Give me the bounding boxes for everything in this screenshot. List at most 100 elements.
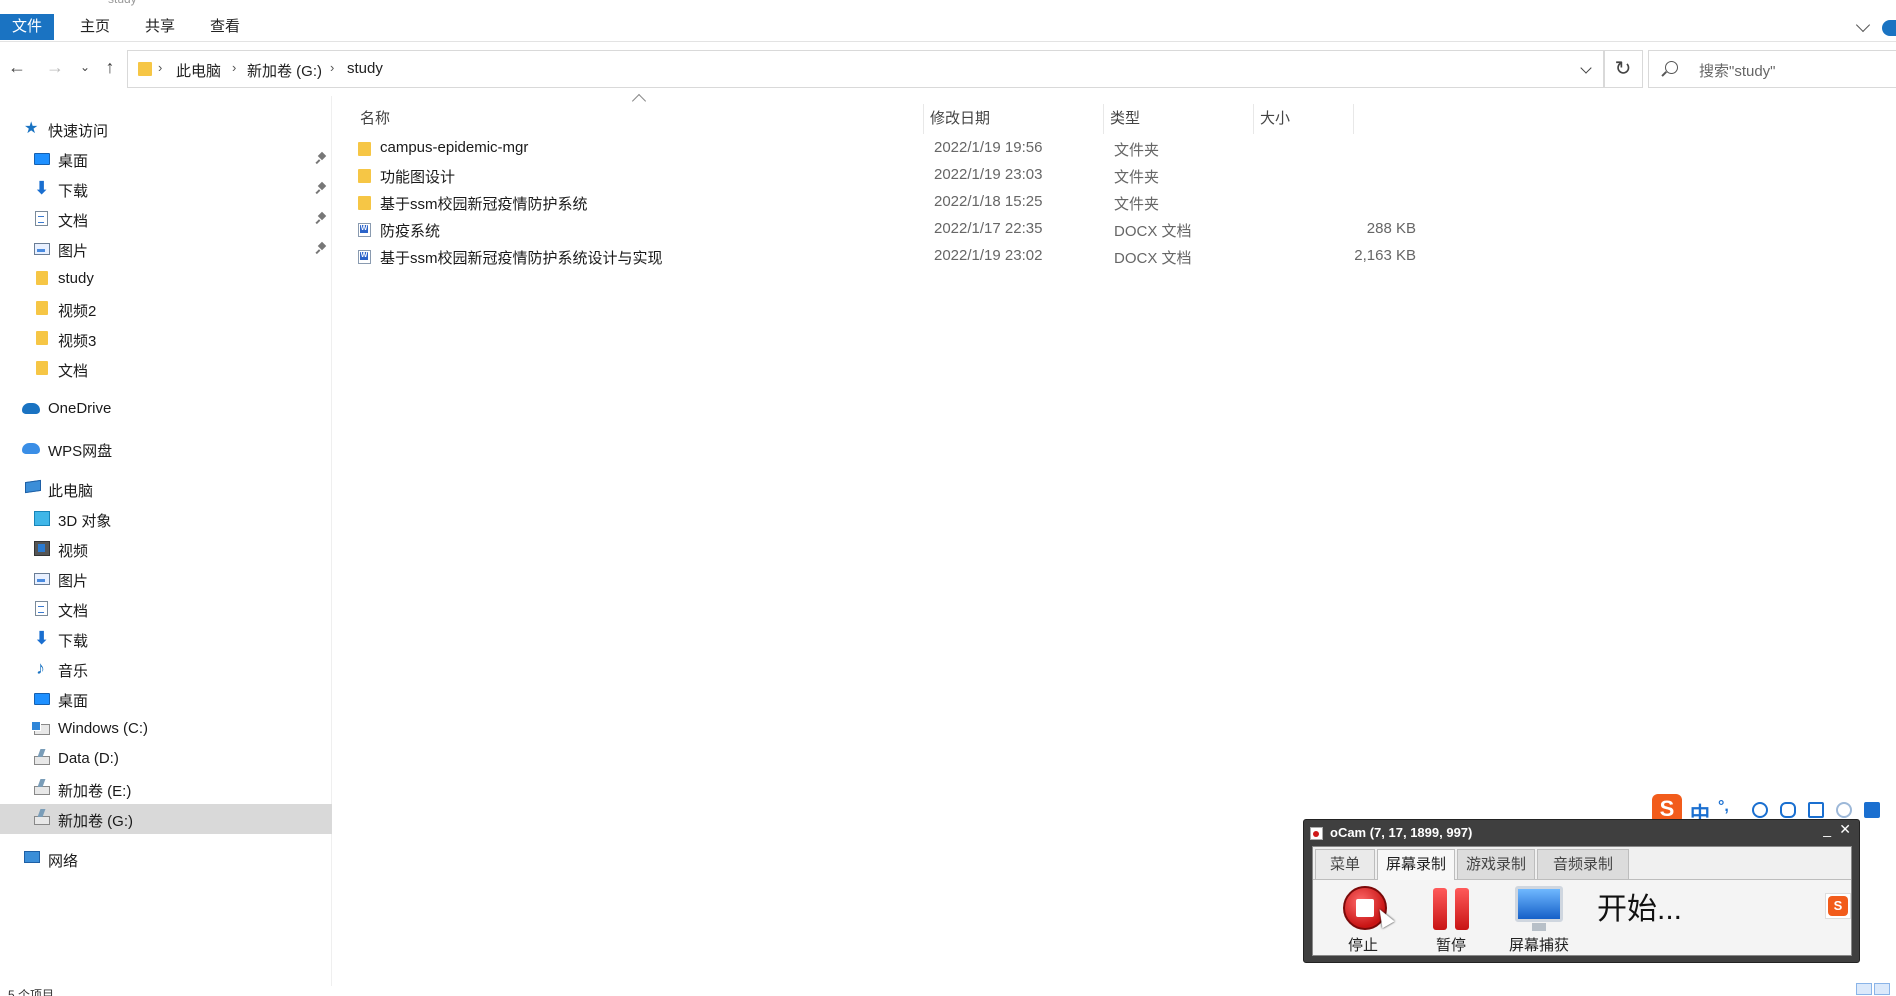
sidebar-item-pc-desktop[interactable]: 桌面: [0, 684, 332, 714]
sidebar-item-pc-documents[interactable]: 文档: [0, 594, 332, 624]
up-arrow-icon[interactable]: ↑: [99, 56, 121, 78]
ocam-tab-game-record[interactable]: 游戏录制: [1457, 849, 1535, 879]
ocam-window: oCam (7, 17, 1899, 997) _ ✕ 菜单 屏幕录制 游戏录制…: [1303, 819, 1860, 963]
ocam-tab-audio-record[interactable]: 音频录制: [1537, 849, 1629, 879]
sidebar-item-label: 网络: [48, 853, 79, 870]
table-row[interactable]: 防疫系统 2022/1/17 22:35 DOCX 文档 288 KB: [358, 217, 1688, 244]
sidebar-item-label: 此电脑: [48, 483, 94, 500]
breadcrumb-study[interactable]: study: [347, 60, 383, 77]
sidebar-item-wps[interactable]: WPS网盘: [0, 434, 332, 464]
breadcrumb-this-pc[interactable]: 此电脑: [176, 60, 221, 81]
file-name: 功能图设计: [380, 169, 456, 186]
breadcrumb-separator-icon[interactable]: ›: [232, 60, 236, 75]
recent-locations-chevron-icon[interactable]: ⌄: [74, 56, 96, 78]
address-dropdown-icon[interactable]: [1580, 62, 1592, 74]
address-bar[interactable]: › 此电脑 › 新加卷 (G:) › study: [127, 50, 1605, 88]
ribbon-tab-home[interactable]: 主页: [68, 15, 122, 39]
refresh-button[interactable]: ↻: [1603, 50, 1643, 88]
close-icon[interactable]: ✕: [1839, 821, 1851, 838]
sogou-mini-icon[interactable]: S: [1825, 893, 1851, 919]
ime-punct-label[interactable]: °,: [1718, 798, 1729, 816]
download-icon: ⬇: [34, 628, 50, 648]
sidebar-item-label: 桌面: [58, 693, 89, 710]
sidebar-item-video2[interactable]: 视频2: [0, 294, 332, 324]
sidebar-item-music[interactable]: ♪ 音乐: [0, 654, 332, 684]
breadcrumb-separator-icon[interactable]: ›: [330, 60, 334, 75]
sidebar-item-study[interactable]: study: [0, 264, 332, 294]
breadcrumb-drive-g[interactable]: 新加卷 (G:): [247, 60, 322, 81]
sidebar-item-pictures[interactable]: 图片: [0, 234, 332, 264]
details-view-icon[interactable]: [1856, 983, 1872, 995]
folder-icon: [36, 331, 48, 345]
ribbon-tab-file[interactable]: 文件: [0, 14, 54, 40]
table-row[interactable]: campus-epidemic-mgr 2022/1/19 19:56 文件夹: [358, 136, 1688, 163]
file-name: 基于ssm校园新冠疫情防护系统设计与实现: [380, 250, 663, 267]
table-row[interactable]: 基于ssm校园新冠疫情防护系统设计与实现 2022/1/19 23:02 DOC…: [358, 244, 1688, 271]
microphone-icon[interactable]: [1780, 802, 1796, 818]
file-type: DOCX 文档: [1114, 223, 1192, 240]
minimize-icon[interactable]: _: [1823, 821, 1831, 837]
view-toggle[interactable]: [1856, 982, 1896, 996]
ribbon-expand-chevron-icon[interactable]: [1855, 17, 1871, 33]
sidebar-item-label: 文档: [58, 603, 89, 620]
sidebar-item-documents[interactable]: 文档: [0, 204, 332, 234]
ribbon: 文件 主页 共享 查看: [0, 10, 1896, 42]
pin-icon[interactable]: [316, 153, 326, 163]
sidebar-item-pc-downloads[interactable]: ⬇ 下载: [0, 624, 332, 654]
column-header-name[interactable]: 名称: [354, 104, 924, 134]
refresh-icon: ↻: [1614, 58, 1632, 80]
status-item-count: 5 个项目: [8, 988, 55, 996]
search-box[interactable]: 搜索"study": [1648, 50, 1896, 88]
screen-capture-button[interactable]: 屏幕捕获: [1509, 884, 1569, 954]
music-icon: ♪: [36, 658, 45, 678]
ribbon-tab-share[interactable]: 共享: [133, 15, 187, 39]
ribbon-tab-view[interactable]: 查看: [198, 15, 252, 39]
sidebar-item-label: 下载: [58, 183, 89, 200]
sidebar-item-drive-d[interactable]: Data (D:): [0, 744, 332, 774]
sidebar-item-documents-folder[interactable]: 文档: [0, 354, 332, 384]
user-icon[interactable]: [1836, 802, 1852, 818]
pin-icon[interactable]: [316, 183, 326, 193]
table-row[interactable]: 基于ssm校园新冠疫情防护系统 2022/1/18 15:25 文件夹: [358, 190, 1688, 217]
pause-button[interactable]: 暂停: [1421, 884, 1481, 954]
ocam-title: oCam (7, 17, 1899, 997): [1330, 825, 1473, 840]
column-header-type[interactable]: 类型: [1104, 104, 1254, 134]
sidebar-item-this-pc[interactable]: 此电脑: [0, 474, 332, 504]
back-arrow-icon[interactable]: ←: [6, 56, 28, 78]
sidebar-item-label: Data (D:): [58, 750, 119, 767]
sidebar-item-video3[interactable]: 视频3: [0, 324, 332, 354]
column-header-size[interactable]: 大小: [1254, 104, 1354, 134]
sidebar-item-desktop[interactable]: 桌面: [0, 144, 332, 174]
file-name: 防疫系统: [380, 223, 441, 240]
ocam-tab-menu[interactable]: 菜单: [1315, 849, 1375, 879]
ocam-panel: 停止 暂停 屏幕捕获 开始... S: [1313, 879, 1851, 955]
pin-icon[interactable]: [316, 243, 326, 253]
ocam-tab-screen-record[interactable]: 屏幕录制: [1377, 849, 1455, 880]
pin-icon[interactable]: [316, 213, 326, 223]
download-icon: ⬇: [34, 178, 50, 198]
keyboard-icon[interactable]: [1808, 802, 1824, 818]
table-row[interactable]: 功能图设计 2022/1/19 23:03 文件夹: [358, 163, 1688, 190]
sidebar-item-quick-access[interactable]: ★ 快速访问: [0, 114, 332, 144]
sidebar-item-drive-g[interactable]: 新加卷 (G:): [0, 804, 332, 834]
sidebar-item-label: 文档: [58, 213, 89, 230]
column-header-date[interactable]: 修改日期: [924, 104, 1104, 134]
sidebar-item-downloads[interactable]: ⬇ 下载: [0, 174, 332, 204]
skin-shirt-icon[interactable]: [1864, 802, 1880, 818]
drive-icon: [34, 786, 50, 795]
sidebar-item-pc-pictures[interactable]: 图片: [0, 564, 332, 594]
help-icon[interactable]: [1882, 20, 1896, 36]
sidebar-item-network[interactable]: 网络: [0, 844, 332, 874]
sidebar-item-label: 音乐: [58, 663, 89, 680]
large-icons-view-icon[interactable]: [1874, 983, 1890, 995]
sidebar-item-drive-e[interactable]: 新加卷 (E:): [0, 774, 332, 804]
emoji-icon[interactable]: [1752, 802, 1768, 818]
folder-icon: [358, 142, 371, 156]
drive-icon: [34, 816, 50, 825]
sidebar-item-onedrive[interactable]: OneDrive: [0, 394, 332, 424]
sidebar-item-videos[interactable]: 视频: [0, 534, 332, 564]
breadcrumb-separator-icon[interactable]: ›: [158, 60, 162, 75]
forward-arrow-icon[interactable]: →: [44, 56, 66, 78]
sidebar-item-3d-objects[interactable]: 3D 对象: [0, 504, 332, 534]
sidebar-item-drive-c[interactable]: Windows (C:): [0, 714, 332, 744]
